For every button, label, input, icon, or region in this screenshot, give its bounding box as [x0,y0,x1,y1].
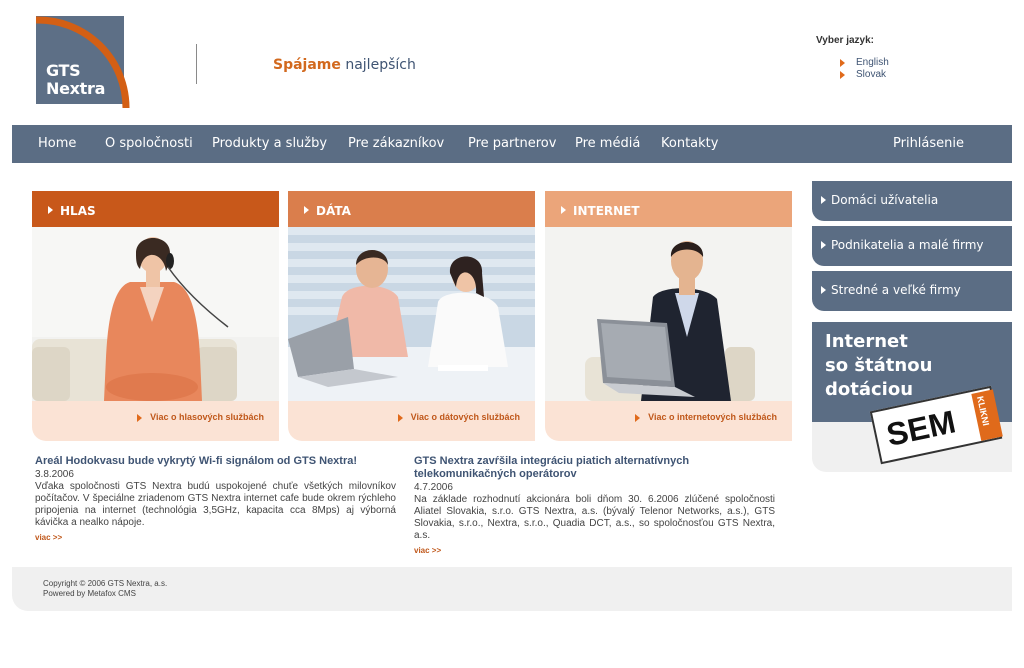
news-item: GTS Nextra zavŕšila integráciu piatich a… [414,455,775,557]
promo-line-1: Internet [825,331,908,352]
voice-more-link[interactable]: Viac o hlasových službách [137,412,264,422]
news-date: 4.7.2006 [414,482,453,493]
service-voice-title[interactable]: HLAS [32,191,279,227]
news-date: 3.8.2006 [35,469,74,480]
service-box-internet: INTERNET Viac o internetových službách [545,191,792,441]
language-english-link[interactable]: English [840,57,889,69]
gts-nextra-logo[interactable]: GTS Nextra [36,16,130,110]
main-nav: Home O spoločnosti Produkty a služby Pre… [12,125,1012,163]
promo-tag-text: KLIKNI [975,395,992,427]
nav-home[interactable]: Home [38,136,76,151]
data-more-link[interactable]: Viac o dátových službách [397,412,520,422]
business-meeting-image [288,227,535,401]
service-internet-title[interactable]: INTERNET [545,191,792,227]
promo-line-2: so štátnou [825,355,933,376]
nav-customers[interactable]: Pre zákazníkov [348,136,444,151]
header-divider [196,44,197,84]
promo-line-3: dotáciou [825,379,914,400]
woman-on-phone-image [32,227,279,401]
data-photo [288,227,535,401]
news-more-link[interactable]: viac >> [414,545,775,557]
man-with-laptop-image [545,227,792,401]
sidebar-large-business[interactable]: Stredné a veľké firmy [812,271,1012,311]
internet-more-link[interactable]: Viac o internetových službách [635,412,777,422]
slogan-rest: najlepších [345,57,416,73]
sidebar-home-users[interactable]: Domáci užívatelia [812,181,1012,221]
logo-text-gts: GTS [46,61,81,80]
news-title-link[interactable]: Areál Hodokvasu bude vykrytý Wi-fi signá… [35,455,396,468]
nav-partners[interactable]: Pre partnerov [468,136,556,151]
news-item: Areál Hodokvasu bude vykrytý Wi-fi signá… [35,455,396,544]
slogan: Spájame najlepších [273,57,416,73]
service-box-data: DÁTA Viac o dátových službách [288,191,535,441]
voice-photo [32,227,279,401]
nav-login[interactable]: Prihlásenie [893,136,964,151]
nav-media[interactable]: Pre médiá [575,136,640,151]
footer-powered-by: Powered by Metafox CMS [43,589,136,598]
news-title-link[interactable]: GTS Nextra zavŕšila integráciu piatich a… [414,455,775,481]
service-data-title[interactable]: DÁTA [288,191,535,227]
service-box-voice: HLAS Viac o hlasových službách [32,191,279,441]
language-list: English Slovak [840,57,889,81]
news-more-link[interactable]: viac >> [35,532,396,544]
sidebar-small-business[interactable]: Podnikatelia a malé firmy [812,226,1012,266]
promo-button-text: SEM [883,403,959,454]
language-title: Vyber jazyk: [816,35,874,46]
nav-contacts[interactable]: Kontakty [661,136,718,151]
internet-subsidy-banner[interactable]: Internet so štátnou dotáciou SEM KLIKNI [812,322,1012,472]
nav-company[interactable]: O spoločnosti [105,136,193,151]
logo-text-nextra: Nextra [46,79,106,98]
internet-photo [545,227,792,401]
nav-products[interactable]: Produkty a služby [212,136,327,151]
footer-copyright: Copyright © 2006 GTS Nextra, a.s. [43,579,168,588]
language-slovak-link[interactable]: Slovak [840,69,889,81]
news-body: Na základe rozhodnutí akcionára boli dňo… [414,494,775,541]
news-body: Vďaka spoločnosti GTS Nextra budú uspoko… [35,481,396,528]
slogan-highlight: Spájame [273,57,341,73]
footer: Copyright © 2006 GTS Nextra, a.s. Powere… [12,567,1012,611]
